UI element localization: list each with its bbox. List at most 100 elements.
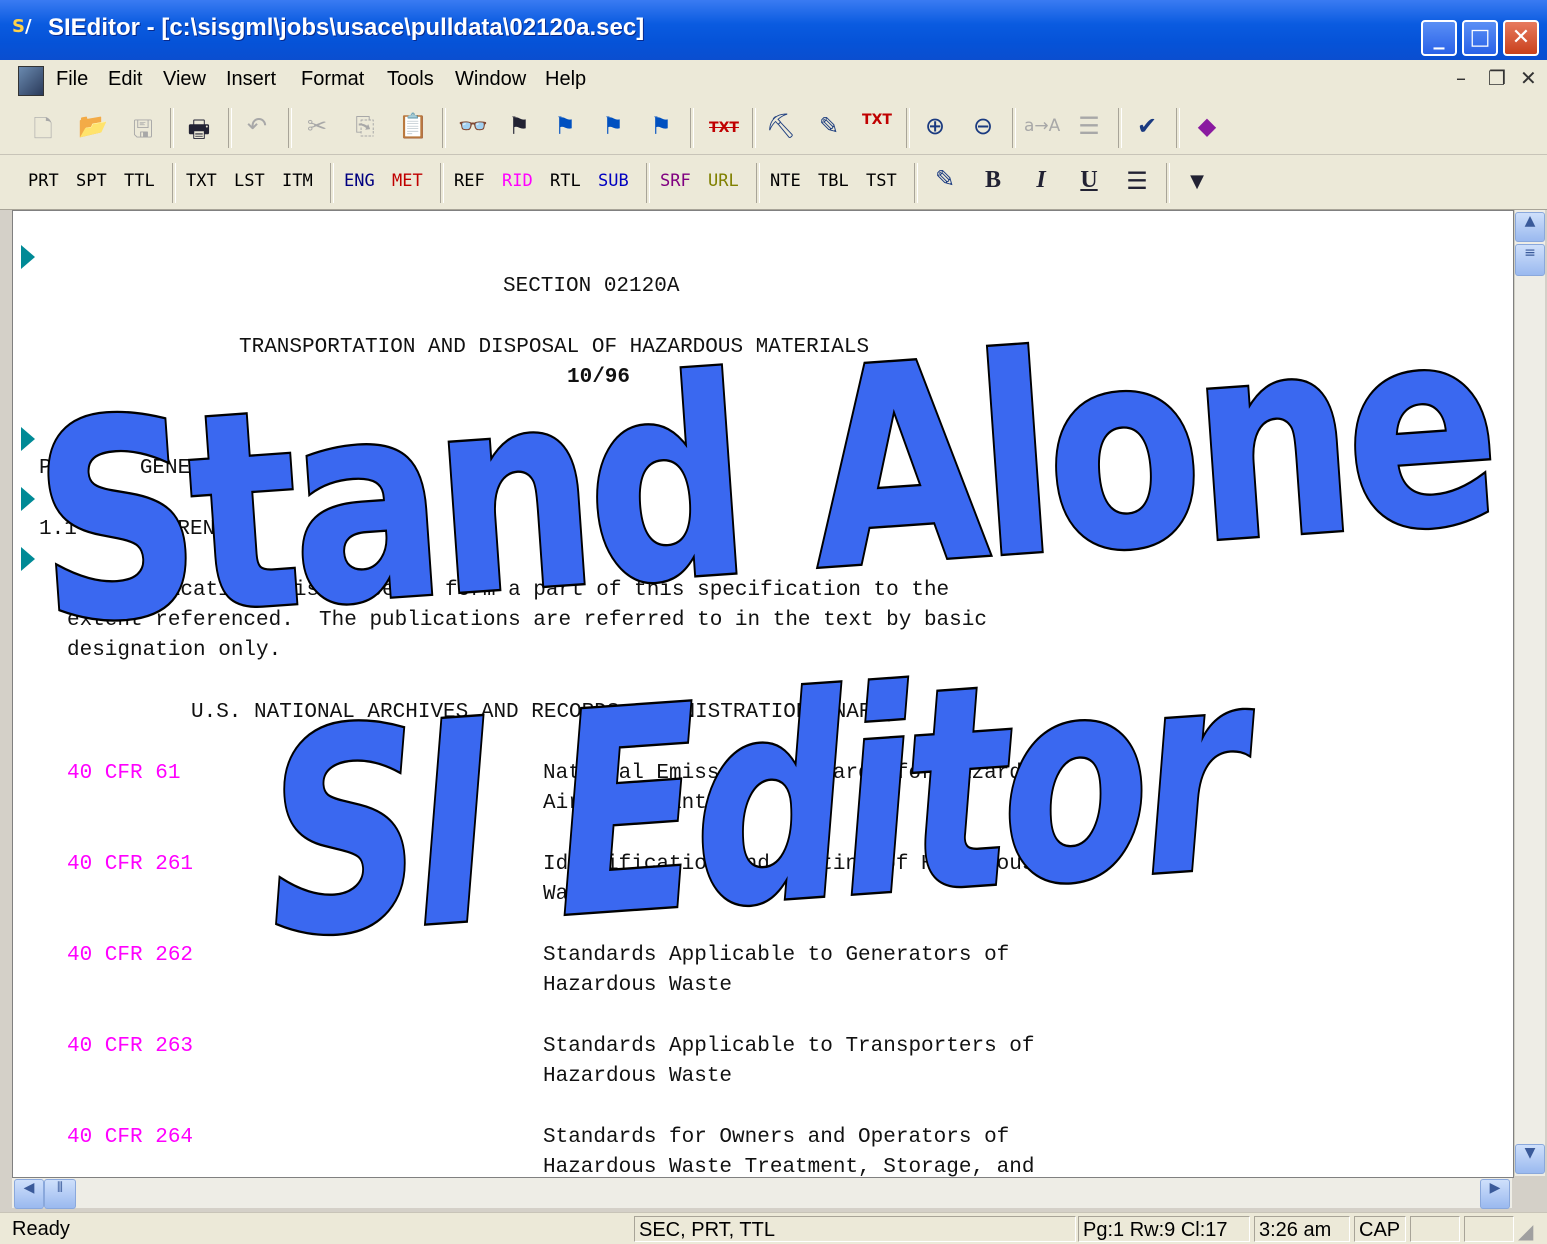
delete-text-icon[interactable]: TXT — [704, 120, 744, 136]
status-time: 3:26 am — [1254, 1216, 1350, 1242]
scroll-thumb[interactable]: ≡ — [1515, 244, 1545, 276]
open-folder-icon[interactable]: 📂 — [76, 112, 110, 140]
menu-bar: File Edit View Insert Format Tools Windo… — [0, 60, 1547, 101]
window-title: SIEditor - [c:\sisgml\jobs\usace\pulldat… — [48, 14, 645, 41]
find-binoculars-icon[interactable]: 👓 — [456, 112, 490, 140]
tag-lst[interactable]: LST — [234, 171, 265, 191]
tag-prt[interactable]: PRT — [28, 171, 59, 191]
tag-tst[interactable]: TST — [866, 171, 897, 191]
close-button[interactable]: ✕ — [1503, 20, 1539, 56]
underline-button[interactable]: U — [1072, 167, 1106, 194]
reference-title: National Emission Standards for Hazardou… — [543, 762, 1060, 785]
menu-view[interactable]: View — [163, 68, 206, 91]
mdi-minimize-icon[interactable]: – — [1456, 66, 1466, 90]
tag-marker-icon[interactable] — [21, 487, 35, 511]
scroll-right-icon[interactable]: ▶ — [1480, 1179, 1510, 1209]
spellcheck-icon[interactable]: ✔ — [1130, 112, 1164, 140]
menu-insert[interactable]: Insert — [226, 68, 276, 91]
status-position: Pg:1 Rw:9 Cl:17 — [1078, 1216, 1250, 1242]
print-icon[interactable]: 🖶 — [182, 112, 216, 153]
highlighter-icon[interactable]: ✎ — [928, 165, 962, 193]
menu-file[interactable]: File — [56, 68, 88, 91]
document-editor[interactable]: SECTION 02120A TRANSPORTATION AND DISPOS… — [12, 210, 1514, 1178]
reference-id[interactable]: 40 CFR 262 — [67, 944, 193, 967]
reference-id[interactable]: 40 CFR 263 — [67, 1035, 193, 1058]
tag-rtl[interactable]: RTL — [550, 171, 581, 191]
intro-line: extent referenced. The publications are … — [67, 609, 987, 632]
mdi-restore-icon[interactable]: ❐ — [1488, 66, 1506, 90]
list-format-icon[interactable]: ☰ — [1072, 112, 1106, 140]
tag-tool-icon[interactable]: ⛏ — [764, 112, 798, 140]
save-icon[interactable]: 🖫 — [126, 112, 160, 153]
tag-met[interactable]: MET — [392, 171, 423, 191]
undo-icon[interactable]: ↶ — [240, 112, 274, 140]
tag-spt[interactable]: SPT — [76, 171, 107, 191]
reference-id[interactable]: 40 CFR 261 — [67, 853, 193, 876]
menu-tools[interactable]: Tools — [387, 68, 434, 91]
paragraph-heading: REFERENCES — [127, 518, 254, 541]
menu-edit[interactable]: Edit — [108, 68, 142, 91]
document-icon[interactable] — [18, 66, 44, 96]
zoom-in-icon[interactable]: ⊕ — [918, 112, 952, 140]
new-document-icon[interactable]: 🗋 — [26, 112, 60, 153]
reference-title: Hazardous Waste — [543, 974, 733, 997]
part-heading: PART GENERAL — [39, 457, 229, 480]
organization-heading: U.S. NATIONAL ARCHIVES AND RECORDS ADMIN… — [191, 701, 897, 724]
minimize-icon: _ — [1433, 25, 1445, 50]
replace-case-icon[interactable]: a→A — [1024, 116, 1060, 136]
tag-rid[interactable]: RID — [502, 171, 533, 191]
minimize-button[interactable]: _ — [1421, 20, 1457, 56]
align-justify-icon[interactable]: ☰ — [1120, 167, 1154, 195]
dropdown-arrow-icon[interactable]: ▼ — [1180, 171, 1214, 192]
status-empty-panel — [1410, 1216, 1460, 1242]
menu-window[interactable]: Window — [455, 68, 526, 91]
tag-url[interactable]: URL — [708, 171, 739, 191]
text-convert-icon[interactable]: TXT — [860, 112, 894, 128]
reference-id[interactable]: 40 CFR 61 — [67, 762, 180, 785]
maximize-button[interactable]: □ — [1462, 20, 1498, 56]
section-title: SECTION 02120A — [503, 275, 680, 298]
tag-txt[interactable]: TXT — [186, 171, 217, 191]
tag-srf[interactable]: SRF — [660, 171, 691, 191]
tag-ref[interactable]: REF — [454, 171, 485, 191]
mdi-close-icon[interactable]: ✕ — [1520, 66, 1537, 90]
app-icon[interactable]: S/ — [12, 16, 42, 44]
find-block-icon[interactable]: ⚑ — [596, 112, 630, 140]
menu-help[interactable]: Help — [545, 68, 586, 91]
reference-title: Hazardous Waste Treatment, Storage, and — [543, 1156, 1035, 1178]
intro-line: The publications listed below form a par… — [67, 579, 950, 602]
tag-itm[interactable]: ITM — [282, 171, 313, 191]
tag-marker-icon[interactable] — [21, 245, 35, 269]
cut-icon[interactable]: ✂ — [300, 112, 334, 140]
resize-grip-icon[interactable]: ◢ — [1518, 1219, 1533, 1243]
zoom-out-icon[interactable]: ⊖ — [966, 112, 1000, 140]
scroll-left-icon[interactable]: ◀ — [14, 1179, 44, 1209]
find-tag-icon[interactable]: ⚑ — [502, 112, 536, 140]
tag-ttl[interactable]: TTL — [124, 171, 155, 191]
paste-icon[interactable]: 📋 — [396, 112, 430, 140]
book-icon[interactable]: ◆ — [1190, 112, 1224, 140]
tag-nte[interactable]: NTE — [770, 171, 801, 191]
tag-marker-icon[interactable] — [21, 427, 35, 451]
menu-format[interactable]: Format — [301, 68, 364, 91]
tag-tbl[interactable]: TBL — [818, 171, 849, 191]
tag-sub[interactable]: SUB — [598, 171, 629, 191]
maximize-icon: □ — [1469, 25, 1491, 50]
paragraph-number: 1.1 — [39, 518, 77, 541]
status-message: Ready — [12, 1218, 70, 1240]
hscroll-thumb[interactable]: ⦀ — [44, 1179, 76, 1209]
find-replace-icon[interactable]: ⚑ — [548, 112, 582, 140]
tag-marker-icon[interactable] — [21, 547, 35, 571]
horizontal-scrollbar[interactable]: ◀ ⦀ ▶ — [12, 1178, 1512, 1209]
tag-check-icon[interactable]: ✎ — [812, 112, 846, 140]
bold-button[interactable]: B — [976, 167, 1010, 194]
scroll-up-icon[interactable]: ▲ — [1515, 212, 1545, 242]
vertical-scrollbar[interactable]: ▲ ≡ ▼ — [1514, 210, 1545, 1176]
reference-id[interactable]: 40 CFR 264 — [67, 1126, 193, 1149]
title-bar[interactable]: S/ SIEditor - [c:\sisgml\jobs\usace\pull… — [0, 0, 1547, 60]
italic-button[interactable]: I — [1024, 167, 1058, 194]
copy-icon[interactable]: ⎘ — [348, 112, 382, 140]
tag-eng[interactable]: ENG — [344, 171, 375, 191]
find-next-icon[interactable]: ⚑ — [644, 112, 678, 140]
scroll-down-icon[interactable]: ▼ — [1515, 1144, 1545, 1174]
